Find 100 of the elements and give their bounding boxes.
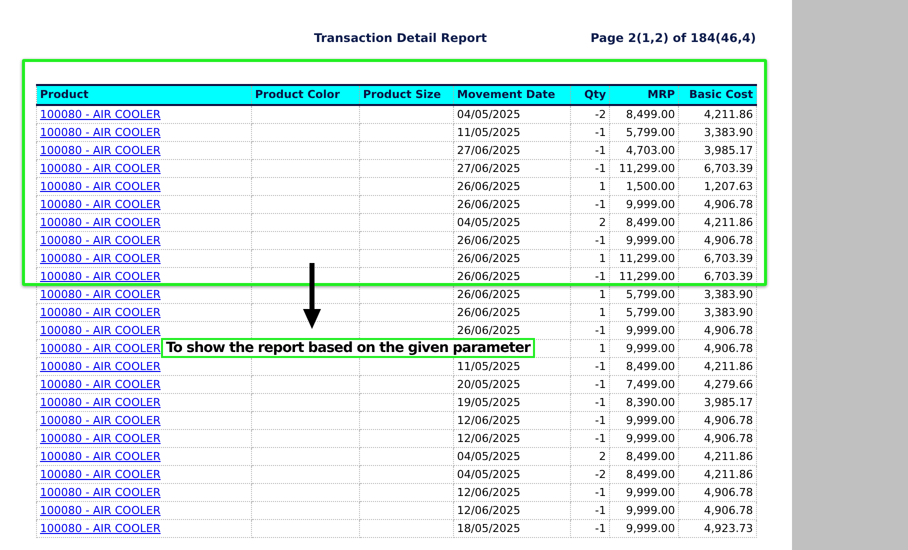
table-cell: 11,299.00 <box>610 160 678 178</box>
table-cell: 26/06/2025 <box>454 232 570 250</box>
table-cell: 12/06/2025 <box>454 412 570 430</box>
table-cell: -1 <box>570 142 610 160</box>
table-cell: 4,906.78 <box>678 196 756 214</box>
table-cell: 1,500.00 <box>610 178 678 196</box>
table-cell: 8,499.00 <box>610 214 678 232</box>
table-cell: 9,999.00 <box>610 502 678 520</box>
table-cell: -1 <box>570 484 610 502</box>
arrow-icon <box>302 263 322 329</box>
column-header: MRP <box>610 85 678 105</box>
table-cell: 9,999.00 <box>610 196 678 214</box>
table-cell: -1 <box>570 502 610 520</box>
table-cell: 4,906.78 <box>678 502 756 520</box>
page-info: Page 2(1,2) of 184(46,4) <box>590 30 756 47</box>
product-link[interactable]: 100080 - AIR COOLER <box>40 342 161 355</box>
table-cell: 3,985.17 <box>678 394 756 412</box>
table-cell: 4,211.86 <box>678 358 756 376</box>
table-cell: 18/05/2025 <box>454 520 570 538</box>
table-cell: 4,906.78 <box>678 340 756 358</box>
column-header: Basic Cost <box>678 85 756 105</box>
table-cell: 1 <box>570 250 610 268</box>
column-header: Product <box>36 85 252 105</box>
column-header: Product Color <box>252 85 360 105</box>
table-cell: 9,999.00 <box>610 232 678 250</box>
table-cell: 3,383.90 <box>678 304 756 322</box>
table-cell: 11/05/2025 <box>454 124 570 142</box>
table-cell: -1 <box>570 322 610 340</box>
table-cell: 9,999.00 <box>610 484 678 502</box>
table-cell: 8,499.00 <box>610 466 678 484</box>
table-cell: 20/05/2025 <box>454 376 570 394</box>
table-cell: -1 <box>570 430 610 448</box>
table-cell: 2 <box>570 448 610 466</box>
table-cell: 9,999.00 <box>610 412 678 430</box>
table-cell: 5,799.00 <box>610 286 678 304</box>
table-cell: -1 <box>570 196 610 214</box>
table-cell: 4,211.86 <box>678 214 756 232</box>
table-cell: 1 <box>570 178 610 196</box>
table-cell: 3,383.90 <box>678 286 756 304</box>
table-cell: 26/06/2025 <box>454 196 570 214</box>
table-cell: 4,906.78 <box>678 232 756 250</box>
callout-text: To show the report based on the given parameter <box>161 338 536 358</box>
table-cell: 1 <box>570 304 610 322</box>
table-cell: 2 <box>570 214 610 232</box>
table-cell: 1,207.63 <box>678 178 756 196</box>
table-cell: 8,499.00 <box>610 358 678 376</box>
table-cell: 6,703.39 <box>678 250 756 268</box>
table-cell: 04/05/2025 <box>454 448 570 466</box>
table-cell: -1 <box>570 358 610 376</box>
table-cell: 11,299.00 <box>610 250 678 268</box>
table-cell: 26/06/2025 <box>454 178 570 196</box>
table-cell: 26/06/2025 <box>454 250 570 268</box>
table-cell: 9,999.00 <box>610 520 678 538</box>
table-cell: -2 <box>570 466 610 484</box>
table-cell: 7,499.00 <box>610 376 678 394</box>
table-cell: 8,499.00 <box>610 448 678 466</box>
table-cell: 04/05/2025 <box>454 466 570 484</box>
table-cell: 4,211.86 <box>678 466 756 484</box>
table-cell: 9,999.00 <box>610 340 678 358</box>
table-cell: 4,703.00 <box>610 142 678 160</box>
table-cell: 4,279.66 <box>678 376 756 394</box>
table-cell: -1 <box>570 376 610 394</box>
table-cell: -1 <box>570 394 610 412</box>
table-cell: 12/06/2025 <box>454 430 570 448</box>
table-cell: 4,906.78 <box>678 484 756 502</box>
report-title: Transaction Detail Report <box>314 30 487 47</box>
table-cell: 19/05/2025 <box>454 394 570 412</box>
table-cell: 12/06/2025 <box>454 484 570 502</box>
table-cell: 4,906.78 <box>678 322 756 340</box>
column-header: Product Size <box>360 85 454 105</box>
table-cell: 27/06/2025 <box>454 142 570 160</box>
table-cell: 8,390.00 <box>610 394 678 412</box>
table-cell: 9,999.00 <box>610 430 678 448</box>
table-cell: -1 <box>570 412 610 430</box>
table-cell: -1 <box>570 520 610 538</box>
table-cell: 6,703.39 <box>678 160 756 178</box>
table-cell: 4,923.73 <box>678 520 756 538</box>
table-cell: 04/05/2025 <box>454 214 570 232</box>
table-cell: 4,906.78 <box>678 412 756 430</box>
table-cell: 1 <box>570 340 610 358</box>
table-cell: -2 <box>570 105 610 124</box>
table-cell: 26/06/2025 <box>454 304 570 322</box>
table-cell: 27/06/2025 <box>454 160 570 178</box>
table-cell: 4,906.78 <box>678 430 756 448</box>
column-header: Qty <box>570 85 610 105</box>
table-cell: -1 <box>570 160 610 178</box>
table-cell: 1 <box>570 286 610 304</box>
table-cell: 26/06/2025 <box>454 286 570 304</box>
table-cell: 3,985.17 <box>678 142 756 160</box>
table-cell: 4,211.86 <box>678 105 756 124</box>
table-cell: 5,799.00 <box>610 124 678 142</box>
table-cell: 12/06/2025 <box>454 502 570 520</box>
column-header: Movement Date <box>454 85 570 105</box>
table-cell: 5,799.00 <box>610 304 678 322</box>
table-cell: 04/05/2025 <box>454 105 570 124</box>
table-cell: 8,499.00 <box>610 105 678 124</box>
table-cell: 4,211.86 <box>678 448 756 466</box>
table-cell: -1 <box>570 124 610 142</box>
table-cell: -1 <box>570 232 610 250</box>
table-cell: 3,383.90 <box>678 124 756 142</box>
